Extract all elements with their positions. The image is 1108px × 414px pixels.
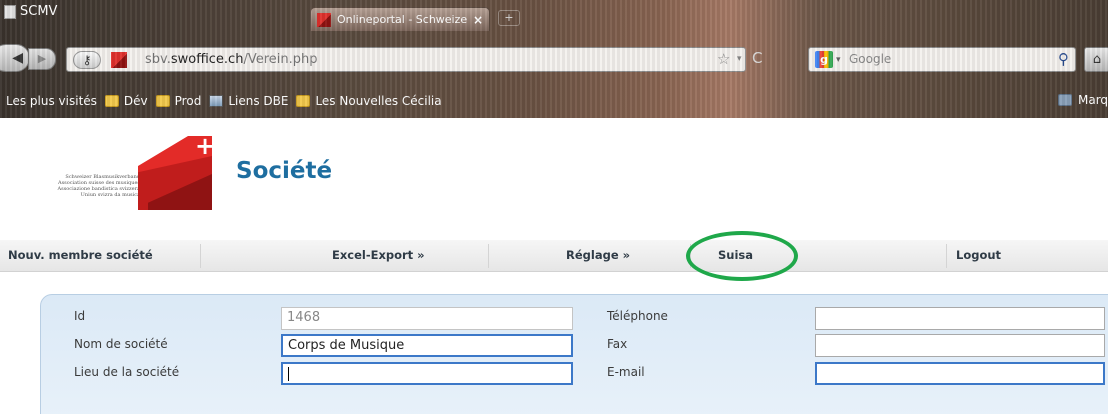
menu-divider bbox=[488, 244, 489, 268]
url-text[interactable]: sbv.swoffice.ch/Verein.php bbox=[145, 52, 317, 67]
page-content: Schweizer Blasmusikverband Association s… bbox=[0, 118, 1108, 414]
browser-chrome: SCMV Onlineportal - Schweizerischer Blas… bbox=[0, 0, 1108, 118]
url-domain: swoffice.ch bbox=[170, 52, 244, 67]
bookmark-nouvelles-cecilia[interactable]: Les Nouvelles Cécilia bbox=[296, 94, 442, 108]
bookmarks-folder-icon bbox=[1058, 94, 1072, 106]
rss-folder-icon bbox=[296, 95, 311, 107]
bookmark-label: Dév bbox=[123, 94, 148, 108]
app-icon bbox=[4, 4, 16, 19]
phone-field[interactable] bbox=[815, 307, 1105, 330]
search-icon[interactable]: ⚲ bbox=[1058, 50, 1069, 68]
annotation-highlight-circle bbox=[686, 231, 798, 281]
tab-favicon-icon bbox=[317, 12, 331, 27]
bookmark-dev[interactable]: Dév bbox=[104, 94, 148, 108]
page-title: Société bbox=[236, 158, 333, 184]
logo-line: Uniun svizra da musica bbox=[80, 192, 140, 198]
reload-icon[interactable]: C bbox=[752, 49, 770, 67]
url-path: /Verein.php bbox=[243, 52, 318, 67]
society-place-field[interactable] bbox=[281, 362, 573, 385]
bookmark-most-visited[interactable]: Les plus visités bbox=[6, 94, 97, 108]
email-label: E-mail bbox=[607, 365, 645, 379]
site-favicon-icon bbox=[111, 52, 127, 68]
menu-divider bbox=[946, 244, 947, 268]
society-form-panel: Id 1468 Nom de société Corps de Musique … bbox=[40, 294, 1108, 414]
tab-title: Onlineportal - Schweizerischer Blasm... bbox=[337, 13, 467, 26]
menu-divider bbox=[200, 244, 201, 268]
url-prefix: sbv. bbox=[145, 52, 171, 67]
menu-logout[interactable]: Logout bbox=[956, 248, 1001, 262]
title-bar: SCMV Onlineportal - Schweizerischer Blas… bbox=[0, 0, 1108, 34]
main-menu-bar: Nouv. membre société Excel-Export » Régl… bbox=[0, 240, 1108, 272]
home-button[interactable]: ⌂ bbox=[1084, 47, 1108, 72]
address-bar[interactable]: ⚷ sbv.swoffice.ch/Verein.php ☆ ▾ bbox=[66, 47, 746, 72]
google-engine-icon[interactable]: g bbox=[815, 51, 833, 68]
bookmarks-menu-label: Marq bbox=[1078, 93, 1108, 107]
society-name-field[interactable]: Corps de Musique bbox=[281, 334, 573, 357]
search-placeholder: Google bbox=[849, 52, 892, 66]
logo-text: Schweizer Blasmusikverband Association s… bbox=[22, 174, 140, 198]
bookmark-star-icon[interactable]: ☆ bbox=[717, 50, 730, 68]
bookmarks-toolbar: Les plus visités Dév Prod Liens DBE Les … bbox=[0, 86, 1108, 116]
text-caret bbox=[288, 366, 289, 381]
search-bar[interactable]: g ▾ Google ⚲ bbox=[808, 47, 1076, 72]
browser-tab[interactable]: Onlineportal - Schweizerischer Blasm... … bbox=[310, 7, 490, 31]
society-place-label: Lieu de la société bbox=[74, 365, 180, 379]
menu-settings[interactable]: Réglage » bbox=[566, 248, 630, 262]
url-dropdown-icon[interactable]: ▾ bbox=[737, 54, 742, 64]
new-tab-button[interactable]: + bbox=[498, 10, 520, 26]
id-field: 1468 bbox=[281, 307, 573, 330]
tab-close-icon[interactable]: × bbox=[473, 13, 483, 27]
search-engine-dropdown-icon[interactable]: ▾ bbox=[836, 55, 841, 65]
window-title-text: SCMV bbox=[20, 4, 58, 19]
swiss-cross-icon: + bbox=[195, 132, 216, 160]
site-identity-key-icon[interactable]: ⚷ bbox=[73, 51, 101, 69]
navigation-bar: ◀ ▶ ⚷ sbv.swoffice.ch/Verein.php ☆ ▾ C g… bbox=[0, 38, 1108, 80]
bookmark-label: Les Nouvelles Cécilia bbox=[315, 94, 442, 108]
menu-new-member[interactable]: Nouv. membre société bbox=[8, 248, 153, 262]
window-title: SCMV bbox=[4, 4, 57, 19]
bookmark-prod[interactable]: Prod bbox=[155, 94, 202, 108]
folder-icon bbox=[104, 95, 119, 107]
bookmarks-menu[interactable]: Marq bbox=[1058, 93, 1108, 107]
forward-button[interactable]: ▶ bbox=[28, 48, 56, 70]
bookmark-label: Les plus visités bbox=[6, 94, 97, 108]
fax-label: Fax bbox=[607, 337, 628, 351]
society-name-label: Nom de société bbox=[74, 337, 168, 351]
folder-icon bbox=[155, 95, 170, 107]
image-icon bbox=[209, 95, 224, 107]
back-button[interactable]: ◀ bbox=[0, 44, 30, 72]
bookmark-label: Prod bbox=[174, 94, 202, 108]
fax-field[interactable] bbox=[815, 334, 1105, 357]
menu-excel-export[interactable]: Excel-Export » bbox=[332, 248, 425, 262]
bookmark-liens-dbe[interactable]: Liens DBE bbox=[209, 94, 288, 108]
email-field[interactable] bbox=[815, 362, 1105, 385]
bookmark-label: Liens DBE bbox=[228, 94, 289, 108]
id-label: Id bbox=[74, 309, 86, 323]
phone-label: Téléphone bbox=[607, 309, 668, 323]
